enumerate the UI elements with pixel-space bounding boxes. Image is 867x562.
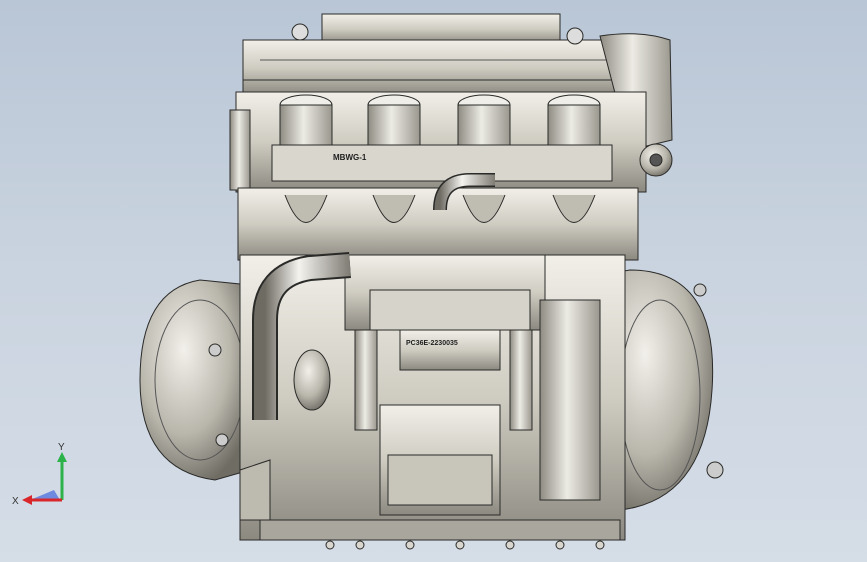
bottom-bolts: [325, 540, 605, 550]
cad-viewport[interactable]: MBWG-1 PC36E-2230035 Y X: [0, 0, 867, 562]
x-axis-label: X: [12, 496, 19, 507]
case-serial: PC36E-2230035: [406, 340, 458, 347]
axis-triad: Y X: [12, 442, 67, 507]
intake-manifold: [237, 173, 639, 261]
stator-cover: [139, 279, 251, 481]
cylinder-head-mark: MBWG-1: [333, 153, 367, 162]
engine-model[interactable]: MBWG-1 PC36E-2230035: [0, 0, 867, 562]
crankcase: PC36E-2230035: [239, 254, 626, 541]
y-axis-label: Y: [58, 442, 65, 453]
